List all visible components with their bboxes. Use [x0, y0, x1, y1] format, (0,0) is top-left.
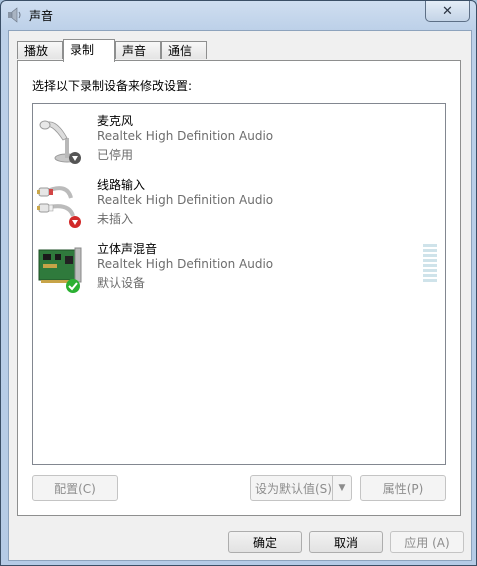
level-segment: [423, 269, 437, 272]
level-segment: [423, 254, 437, 257]
sound-dialog: 声音 ✕ 播放 录制 声音 通信 选择以下录制设备来修改设置: 麦克风 Real…: [0, 0, 477, 566]
device-list[interactable]: 麦克风 Realtek High Definition Audio 已停用 线路…: [32, 103, 446, 465]
set-default-button[interactable]: 设为默认值(S) ▼: [250, 475, 352, 501]
properties-button[interactable]: 属性(P): [360, 475, 446, 501]
apply-button[interactable]: 应用 (A): [390, 531, 464, 553]
chevron-down-icon[interactable]: ▼: [332, 476, 351, 500]
tab-communications[interactable]: 通信: [161, 41, 207, 59]
set-default-label: 设为默认值(S): [255, 481, 332, 496]
device-status: 默认设备: [97, 276, 146, 290]
level-segment: [423, 279, 437, 282]
device-driver: Realtek High Definition Audio: [97, 129, 274, 143]
microphone-icon: [39, 120, 81, 164]
level-segment: [423, 259, 437, 262]
list-item[interactable]: 麦克风 Realtek High Definition Audio 已停用: [33, 110, 445, 170]
default-badge: [66, 279, 80, 293]
device-name: 麦克风: [97, 114, 134, 128]
tab-sounds[interactable]: 声音: [115, 41, 161, 59]
level-segment: [423, 244, 437, 247]
list-item[interactable]: 线路输入 Realtek High Definition Audio 未插入: [33, 174, 445, 234]
sound-card-icon: [38, 247, 82, 293]
title-bar[interactable]: 声音 ✕: [1, 1, 476, 29]
instruction-text: 选择以下录制设备来修改设置:: [32, 79, 193, 93]
level-segment: [423, 264, 437, 267]
list-item[interactable]: 立体声混音 Realtek High Definition Audio 默认设备: [33, 238, 445, 298]
close-button[interactable]: ✕: [425, 1, 470, 22]
speaker-icon: [8, 7, 21, 23]
close-icon: ✕: [442, 3, 453, 19]
cancel-button[interactable]: 取消: [309, 531, 383, 553]
device-status: 已停用: [97, 148, 134, 162]
configure-button[interactable]: 配置(C): [32, 475, 118, 501]
recording-panel: 选择以下录制设备来修改设置: 麦克风 Realtek High Definiti…: [17, 60, 461, 516]
device-name: 立体声混音: [97, 242, 158, 256]
dialog-client: 播放 录制 声音 通信 选择以下录制设备来修改设置: 麦克风 Realtek H…: [8, 30, 472, 561]
level-meter: [423, 244, 437, 286]
level-segment: [423, 274, 437, 277]
device-driver: Realtek High Definition Audio: [97, 257, 274, 271]
device-driver: Realtek High Definition Audio: [97, 193, 274, 207]
line-in-cable-icon: [37, 186, 81, 228]
tab-recording[interactable]: 录制: [63, 39, 115, 62]
level-segment: [423, 249, 437, 252]
window-title: 声音: [29, 9, 54, 23]
ok-button[interactable]: 确定: [228, 531, 302, 553]
device-name: 线路输入: [97, 178, 146, 192]
tab-playback[interactable]: 播放: [17, 41, 63, 59]
device-status: 未插入: [97, 212, 134, 226]
